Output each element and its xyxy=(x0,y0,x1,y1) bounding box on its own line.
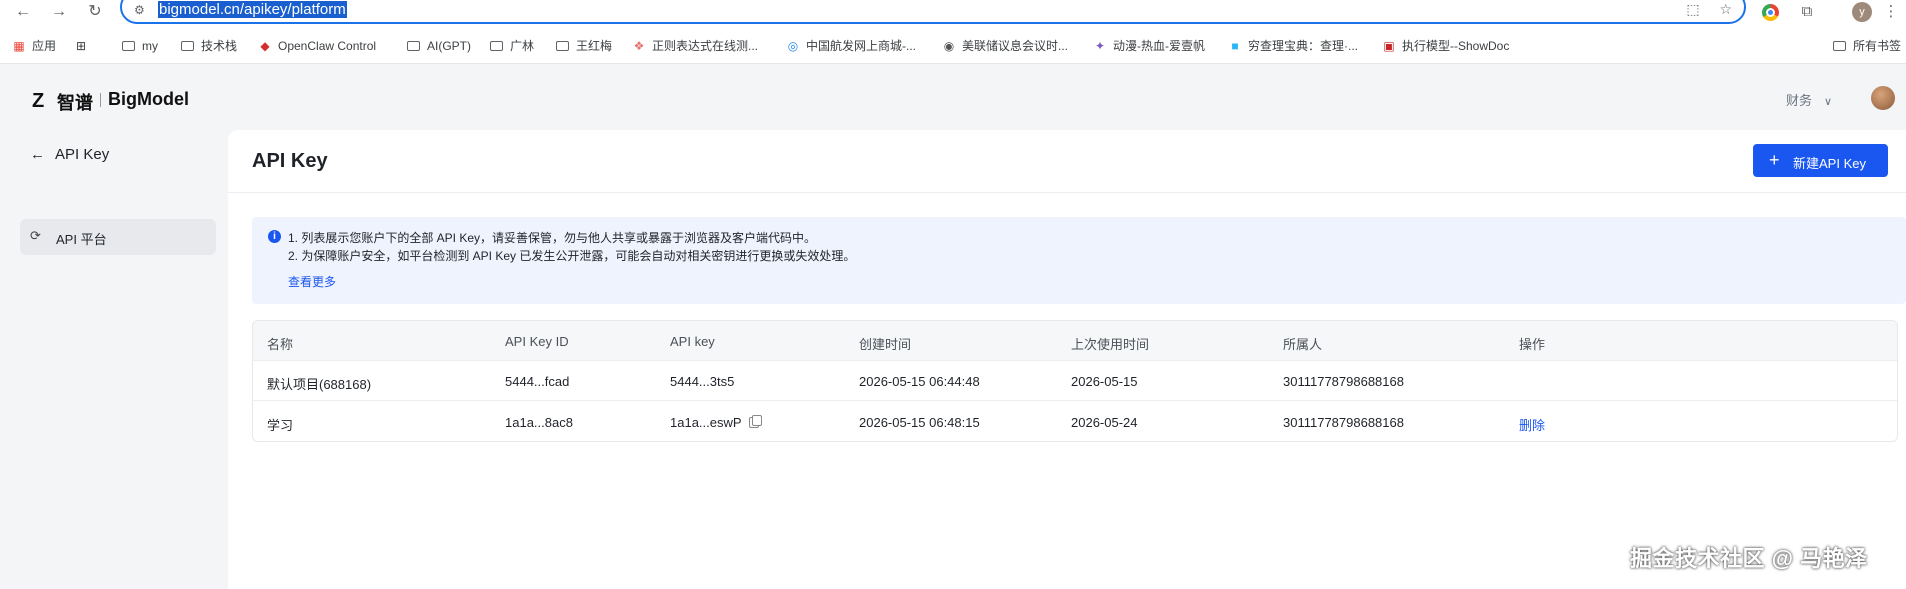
showdoc-icon: ▣ xyxy=(1383,39,1395,53)
sidebar: ← API Key ⟳ API 平台 xyxy=(0,130,228,589)
extensions-puzzle-icon[interactable]: ⧉ xyxy=(1796,2,1818,22)
book-icon: ■ xyxy=(1231,39,1239,53)
notice-line-1: 1. 列表展示您账户下的全部 API Key，请妥善保管，勿与他人共享或暴露于浏… xyxy=(288,231,817,245)
main-panel: API Key + 新建API Key i 1. 列表展示您账户下的全部 API… xyxy=(228,130,1906,589)
finance-menu[interactable]: 财务 ∨ xyxy=(1786,90,1832,109)
plus-icon: + xyxy=(1769,150,1780,170)
bookmark-anime[interactable]: ✦ 动漫-热血-爱壹帆 xyxy=(1093,38,1205,54)
url-text[interactable]: bigmodel.cn/apikey/platform xyxy=(158,1,347,18)
row-api-key: 1a1a...eswP xyxy=(670,415,742,430)
column-header-last-used: 上次使用时间 xyxy=(1071,337,1150,352)
bookmark-tech-stack[interactable]: 技术栈 xyxy=(181,38,237,54)
logo-text-cn[interactable]: 智谱 xyxy=(57,89,93,115)
back-link[interactable]: ← API Key xyxy=(30,146,109,163)
profile-avatar[interactable]: y xyxy=(1852,2,1872,22)
row-last-used: 2026-05-15 xyxy=(1071,374,1138,389)
forward-arrow-icon[interactable]: → xyxy=(48,2,70,22)
arrow-left-icon: ← xyxy=(30,146,45,163)
column-header-api-key: API key xyxy=(670,334,715,349)
column-header-actions: 操作 xyxy=(1519,337,1546,352)
bookmark-openclaw[interactable]: ◆ OpenClaw Control xyxy=(258,38,376,54)
info-icon: i xyxy=(268,230,281,243)
regex-icon: ❖ xyxy=(633,39,645,53)
bookmark-showdoc[interactable]: ▣ 执行模型--ShowDoc xyxy=(1382,38,1509,54)
row-api-key-cell: 1a1a...eswP xyxy=(670,415,762,430)
folder-icon xyxy=(1833,41,1846,51)
row-last-used: 2026-05-24 xyxy=(1071,415,1138,430)
table-row: 学习 1a1a...8ac8 1a1a...eswP 2026-05-15 06… xyxy=(253,402,1897,441)
browser-toolbar: ← → ↻ ⚙ bigmodel.cn/apikey/platform ⬚ ☆ … xyxy=(0,0,1906,26)
logo-text-en[interactable]: BigModel xyxy=(108,89,189,110)
bookmark-star-icon[interactable]: ☆ xyxy=(1719,1,1732,17)
folder-icon xyxy=(407,41,420,51)
zhipu-logo-icon[interactable]: Z xyxy=(32,90,44,113)
globe-icon: ◉ xyxy=(943,39,955,53)
folder-icon xyxy=(490,41,503,51)
globe-icon: ◎ xyxy=(787,39,799,53)
bookmark-apps[interactable]: ▦ 应用 xyxy=(12,38,56,54)
api-key-table: 名称 API Key ID API key 创建时间 上次使用时间 所属人 操作… xyxy=(252,320,1898,442)
folder-icon xyxy=(181,41,194,51)
row-name: 默认项目(688168) xyxy=(267,377,372,392)
sidebar-item-api-platform[interactable]: ⟳ API 平台 xyxy=(20,219,216,255)
bookmarks-bar: ▦ 应用 ⊞ my 技术栈 ◆ OpenClaw Control AI(GPT) 广… xyxy=(0,26,1906,64)
openclaw-icon: ◆ xyxy=(260,39,270,53)
bookmark-grid[interactable]: ⊞ xyxy=(74,38,94,54)
app-root: Z 智谱 BigModel 财务 ∨ ← API Key ⟳ API 平台 API … xyxy=(0,64,1906,589)
column-header-created: 创建时间 xyxy=(859,337,912,352)
view-more-link[interactable]: 查看更多 xyxy=(288,273,336,290)
chrome-extension-icon[interactable] xyxy=(1762,4,1779,21)
bookmark-all[interactable]: 所有书签 xyxy=(1833,38,1901,54)
page-title: API Key xyxy=(252,150,328,172)
app-header: Z 智谱 BigModel 财务 ∨ xyxy=(0,64,1906,130)
apps-grid-icon: ▦ xyxy=(13,39,25,53)
user-avatar[interactable] xyxy=(1871,86,1895,110)
delete-link[interactable]: 删除 xyxy=(1519,415,1545,434)
row-key-id: 1a1a...8ac8 xyxy=(505,415,573,430)
address-bar[interactable]: ⚙ bigmodel.cn/apikey/platform ⬚ ☆ xyxy=(120,0,1746,24)
bookmark-poor-charlie[interactable]: ■ 穷查理宝典：查理·... xyxy=(1228,38,1358,54)
row-created: 2026-05-15 06:44:48 xyxy=(859,374,980,389)
row-name: 学习 xyxy=(267,418,294,433)
column-header-owner: 所属人 xyxy=(1283,337,1323,352)
watermark: 掘金技术社区 @ 马艳泽 xyxy=(1630,546,1868,571)
row-key-id: 5444...fcad xyxy=(505,374,570,389)
copy-icon[interactable] xyxy=(748,415,762,428)
chevron-down-icon: ∨ xyxy=(1824,96,1833,108)
bookmark-aero-mall[interactable]: ◎ 中国航发网上商城-... xyxy=(786,38,916,54)
row-owner: 30111778798688168 xyxy=(1283,374,1404,389)
bookmark-regex[interactable]: ❖ 正则表达式在线测... xyxy=(632,38,758,54)
column-header-name: 名称 xyxy=(267,337,294,352)
new-api-key-button[interactable]: + 新建API Key xyxy=(1753,144,1888,177)
browser-menu-icon[interactable]: ⋮ xyxy=(1880,2,1902,22)
logo-divider xyxy=(100,93,101,107)
api-platform-icon: ⟳ xyxy=(30,228,41,243)
grid-icon: ⊞ xyxy=(75,39,87,53)
row-created: 2026-05-15 06:48:15 xyxy=(859,415,980,430)
anime-icon: ✦ xyxy=(1094,39,1106,53)
notice-banner: i 1. 列表展示您账户下的全部 API Key，请妥善保管，勿与他人共享或暴露… xyxy=(252,217,1906,304)
divider xyxy=(228,192,1906,193)
bookmark-wanghongmei[interactable]: 王红梅 xyxy=(556,38,612,54)
row-owner: 30111778798688168 xyxy=(1283,415,1404,430)
row-api-key: 5444...3ts5 xyxy=(670,374,735,389)
bookmark-guanglin[interactable]: 广林 xyxy=(490,38,534,54)
table-header: 名称 API Key ID API key 创建时间 上次使用时间 所属人 操作 xyxy=(253,321,1897,361)
back-arrow-icon[interactable]: ← xyxy=(12,2,34,22)
bookmark-my[interactable]: my xyxy=(122,38,158,54)
folder-icon xyxy=(122,41,135,51)
site-settings-icon[interactable]: ⚙ xyxy=(134,3,145,17)
reload-icon[interactable]: ↻ xyxy=(84,2,106,22)
bookmark-fomc[interactable]: ◉ 美联储议息会议时... xyxy=(942,38,1068,54)
notice-line-2: 2. 为保障账户安全，如平台检测到 API Key 已发生公开泄露，可能会自动对… xyxy=(288,249,856,263)
folder-icon xyxy=(556,41,569,51)
install-app-icon[interactable]: ⬚ xyxy=(1686,1,1699,17)
bookmark-ai-gpt[interactable]: AI(GPT) xyxy=(407,38,471,54)
table-row: 默认项目(688168) 5444...fcad 5444...3ts5 202… xyxy=(253,361,1897,401)
column-header-key-id: API Key ID xyxy=(505,334,569,349)
